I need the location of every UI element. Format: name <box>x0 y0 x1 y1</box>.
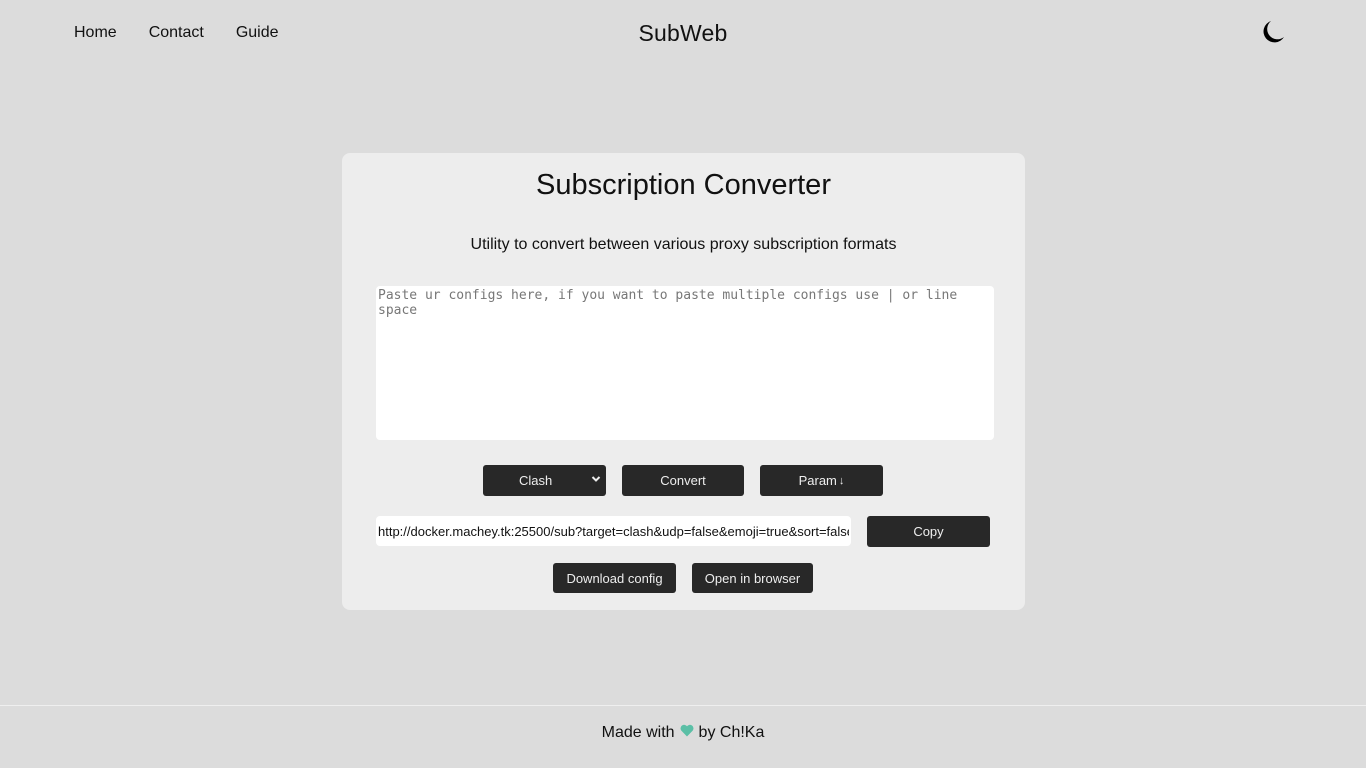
arrow-down-icon: ↓ <box>838 474 845 487</box>
theme-toggle-button[interactable] <box>1261 19 1285 45</box>
copy-button-label: Copy <box>913 524 944 539</box>
card-title: Subscription Converter <box>536 169 831 201</box>
convert-button-label: Convert <box>660 473 706 488</box>
heart-icon <box>680 724 693 736</box>
footer-suffix: by Ch!Ka <box>698 724 765 741</box>
brand-title: SubWeb <box>638 20 728 46</box>
target-select-wrapper: Clash <box>483 465 606 496</box>
converter-card: Subscription Converter Utility to conver… <box>342 153 1025 610</box>
footer-prefix: Made with <box>601 724 675 741</box>
open-in-browser-label: Open in browser <box>704 570 801 586</box>
param-button[interactable]: Param ↓ <box>760 465 883 496</box>
card-subtitle: Utility to convert between various proxy… <box>470 236 897 253</box>
target-select[interactable]: Clash <box>483 465 606 496</box>
copy-button[interactable]: Copy <box>867 516 990 547</box>
footer: Made with by Ch!Ka <box>0 705 1366 768</box>
convert-button[interactable]: Convert <box>622 465 744 496</box>
page: Home Contact Guide SubWeb Subscription C… <box>0 0 1366 768</box>
download-config-button[interactable]: Download config <box>553 563 676 593</box>
download-config-label: Download config <box>566 570 663 586</box>
footer-credit: Made with by Ch!Ka <box>0 724 1366 742</box>
open-in-browser-button[interactable]: Open in browser <box>692 563 813 593</box>
param-button-label: Param <box>798 473 837 488</box>
configs-input[interactable] <box>376 286 994 440</box>
subscription-url-field[interactable] <box>376 516 851 546</box>
moon-icon <box>1263 21 1284 43</box>
